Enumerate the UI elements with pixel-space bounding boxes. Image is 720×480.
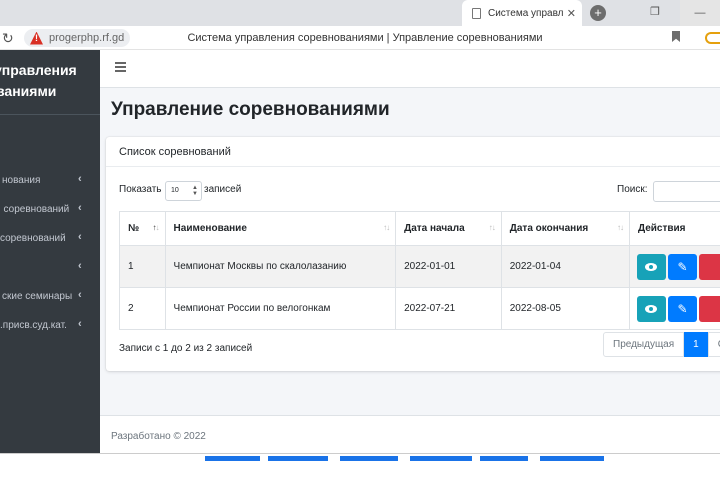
entries-per-page-select[interactable]: 10 ▲ ▼ <box>165 181 202 201</box>
edit-button[interactable]: ✎ <box>667 295 697 322</box>
sidebar-item-competition-types[interactable]: . соревнований ‹ <box>0 200 100 220</box>
delete-button[interactable] <box>698 295 720 322</box>
sidebar-divider <box>0 114 100 115</box>
cell-number: 2 <box>119 287 166 330</box>
card-title: Список соревнований <box>119 146 231 158</box>
taskbar-app-indicator[interactable] <box>480 456 528 461</box>
sidebar-item-label: соревнований <box>0 233 66 244</box>
delete-button[interactable] <box>698 253 720 280</box>
brand-line-2: ваниями <box>0 83 57 99</box>
os-taskbar <box>0 453 720 480</box>
previous-page-button[interactable]: Предыдущая <box>603 332 685 357</box>
screen: Система управлени ✕ + ❐ — ↻ ! progerphp.… <box>0 0 720 480</box>
chevron-left-icon: ‹ <box>78 260 82 272</box>
sidebar-item-label: ские семинары <box>2 291 73 302</box>
length-suffix: записей <box>204 184 242 195</box>
next-page-button[interactable]: Сле <box>707 332 720 357</box>
extension-icon[interactable] <box>705 32 720 44</box>
entries-per-page-value: 10 <box>171 187 179 194</box>
cell-end-date: 2022-08-05 <box>500 287 630 330</box>
taskbar-app-indicator[interactable] <box>340 456 398 461</box>
cell-end-date: 2022-01-04 <box>500 245 630 288</box>
page-1-button[interactable]: 1 <box>684 332 708 357</box>
table-info: Записи с 1 до 2 из 2 записей <box>119 343 253 354</box>
cell-start-date: 2022-07-21 <box>395 287 502 330</box>
document-icon <box>472 7 481 19</box>
length-label: Показать <box>119 184 162 195</box>
cell-actions: ✎ <box>628 287 720 330</box>
chevron-left-icon: ‹ <box>78 289 82 301</box>
menu-toggle-icon[interactable] <box>115 62 126 72</box>
chevron-left-icon: ‹ <box>78 318 82 330</box>
competitions-card: Список соревнований Показать 10 ▲ ▼ запис… <box>106 137 720 371</box>
main-content: Управление соревнованиями Список соревно… <box>100 50 720 453</box>
tab-title: Система управлени <box>488 7 563 19</box>
chevron-left-icon: ‹ <box>78 231 82 243</box>
view-button[interactable] <box>636 253 666 280</box>
cell-name: Чемпионат Москвы по скалолазанию <box>164 245 397 288</box>
sidebar-item-unlabeled[interactable]: ‹ <box>0 258 100 278</box>
sort-ascending-icon: ↑↓ <box>152 223 160 232</box>
brand-link[interactable]: управления ваниями <box>0 60 100 110</box>
sidebar-item-label: нования <box>2 175 41 186</box>
new-tab-button[interactable]: + <box>590 5 606 21</box>
card-header: Список соревнований <box>106 137 720 167</box>
cell-name: Чемпионат России по велогонкам <box>164 287 397 330</box>
page-title: Управление соревнованиями <box>111 99 390 120</box>
address-bar: ↻ ! progerphp.rf.gd Система управления с… <box>0 26 720 50</box>
top-navbar <box>100 50 720 88</box>
sort-icon: ↑↓ <box>616 223 624 232</box>
select-arrows-icon: ▲ ▼ <box>192 185 198 197</box>
column-header-number[interactable]: № ↑↓ <box>119 211 166 246</box>
chevron-left-icon: ‹ <box>78 173 82 185</box>
competitions-table: № ↑↓ Наименование ↑↓ Дата начала ↑↓ Дата… <box>119 211 720 330</box>
table-row: 2 Чемпионат России по велогонкам 2022-07… <box>119 287 720 330</box>
minimize-window-button[interactable]: — <box>680 0 720 26</box>
search-input[interactable] <box>653 181 720 202</box>
sidebar-item-competitions[interactable]: нования ‹ <box>0 171 100 191</box>
sidebar-item-label: . соревнований <box>0 204 70 215</box>
sidebar: управления ваниями нования ‹ . соревнова… <box>0 50 100 453</box>
sidebar-item-competition-results[interactable]: соревнований ‹ <box>0 229 100 249</box>
pagination: Предыдущая 1 Сле <box>603 332 720 357</box>
sidebar-item-label: .присв.суд.кат. <box>0 320 67 331</box>
taskbar-app-indicator[interactable] <box>268 456 328 461</box>
edit-icon: ✎ <box>677 301 688 316</box>
taskbar-app-indicator[interactable] <box>205 456 260 461</box>
eye-icon <box>645 304 658 313</box>
table-header-row: № ↑↓ Наименование ↑↓ Дата начала ↑↓ Дата… <box>119 211 720 246</box>
cell-start-date: 2022-01-01 <box>395 245 502 288</box>
eye-icon <box>645 262 658 271</box>
edit-icon: ✎ <box>677 259 688 274</box>
column-header-end-date[interactable]: Дата окончания ↑↓ <box>500 211 630 246</box>
sidebar-item-referee-categories[interactable]: .присв.суд.кат. ‹ <box>0 316 100 336</box>
restore-window-icon[interactable]: ❐ <box>648 5 662 19</box>
sort-icon: ↑↓ <box>383 223 390 232</box>
cell-actions: ✎ <box>628 245 720 288</box>
chevron-left-icon: ‹ <box>78 202 82 214</box>
edit-button[interactable]: ✎ <box>667 253 697 280</box>
column-header-start-date[interactable]: Дата начала ↑↓ <box>395 211 502 246</box>
search-label: Поиск: <box>617 184 648 195</box>
browser-tab-bar: Система управлени ✕ + ❐ — <box>0 0 720 26</box>
sort-icon: ↑↓ <box>488 223 496 232</box>
cell-number: 1 <box>119 245 166 288</box>
footer: Разработано © 2022 <box>100 415 720 453</box>
view-button[interactable] <box>636 295 666 322</box>
close-tab-icon[interactable]: ✕ <box>567 7 576 20</box>
column-header-actions: Действия <box>628 211 720 246</box>
brand-line-1: управления <box>0 62 77 78</box>
sidebar-item-seminars[interactable]: ские семинары ‹ <box>0 287 100 307</box>
column-header-name[interactable]: Наименование ↑↓ <box>164 211 397 246</box>
footer-text: Разработано © 2022 <box>111 431 206 442</box>
taskbar-app-indicator[interactable] <box>410 456 472 461</box>
table-row: 1 Чемпионат Москвы по скалолазанию 2022-… <box>119 245 720 288</box>
browser-page-title: Система управления соревнованиями | Упра… <box>187 32 543 44</box>
taskbar-app-indicator[interactable] <box>540 456 604 461</box>
browser-tab[interactable]: Система управлени ✕ <box>462 0 582 26</box>
